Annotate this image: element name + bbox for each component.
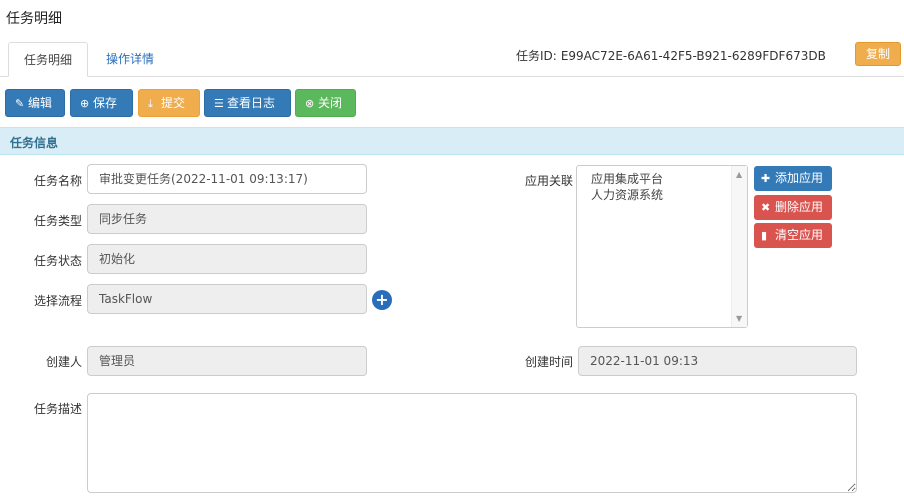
- app-link-label: 应用关联: [524, 174, 573, 188]
- list-icon: ☰: [214, 97, 224, 110]
- tab-operation-detail[interactable]: 操作详情: [92, 42, 168, 77]
- remove-app-button[interactable]: ✖ 删除应用: [754, 195, 832, 220]
- save-button[interactable]: ⊕ 保存: [70, 89, 133, 117]
- add-flow-button[interactable]: +: [372, 290, 392, 310]
- task-id-label: 任务ID:: [516, 49, 557, 63]
- flow-field[interactable]: TaskFlow: [87, 284, 367, 314]
- creator-field: 管理员: [87, 346, 367, 376]
- edit-button[interactable]: ✎ 编辑: [5, 89, 65, 117]
- search-icon: ⊕: [80, 97, 90, 110]
- created-time-field: 2022-11-01 09:13: [578, 346, 857, 376]
- add-app-button[interactable]: ✚ 添加应用: [754, 166, 832, 191]
- scrollbar[interactable]: ▲ ▼: [731, 166, 747, 327]
- section-title: 任务信息: [10, 136, 59, 150]
- tab-task-detail[interactable]: 任务明细: [8, 42, 88, 77]
- app-list[interactable]: 应用集成平台 人力资源系统 ▲ ▼: [576, 165, 748, 328]
- plus-icon: +: [375, 290, 389, 309]
- task-desc-textarea[interactable]: [87, 393, 857, 493]
- task-type-label: 任务类型: [33, 214, 82, 228]
- copy-button[interactable]: 复制: [855, 42, 901, 66]
- task-id-value: E99AC72E-6A61-42F5-B921-6289FDF673DB: [560, 49, 826, 63]
- x-icon: ✖: [761, 201, 771, 214]
- close-button[interactable]: ⊗ 关闭: [295, 89, 356, 117]
- view-log-button[interactable]: ☰ 查看日志: [204, 89, 291, 117]
- list-item[interactable]: 应用集成平台: [577, 171, 747, 187]
- created-time-label: 创建时间: [524, 355, 573, 369]
- task-status-label: 任务状态: [33, 254, 82, 268]
- submit-button[interactable]: ⤓ 提交: [138, 89, 200, 117]
- scroll-down-icon[interactable]: ▼: [736, 314, 742, 323]
- close-circle-icon: ⊗: [305, 97, 315, 110]
- creator-label: 创建人: [45, 355, 82, 369]
- task-desc-label: 任务描述: [33, 402, 82, 416]
- clear-apps-button[interactable]: ▮ 清空应用: [754, 223, 832, 248]
- task-name-input[interactable]: 审批变更任务(2022-11-01 09:13:17): [87, 164, 367, 194]
- page-title: 任务明细: [6, 11, 62, 27]
- flow-label: 选择流程: [33, 294, 82, 308]
- submit-icon: ⤓: [148, 97, 153, 110]
- task-status-field: 初始化: [87, 244, 367, 274]
- scroll-up-icon[interactable]: ▲: [736, 170, 742, 179]
- plus-icon: ✚: [761, 172, 771, 185]
- task-type-field: 同步任务: [87, 204, 367, 234]
- edit-icon: ✎: [15, 97, 25, 110]
- section-header: 任务信息: [0, 127, 904, 155]
- task-id: 任务ID: E99AC72E-6A61-42F5-B921-6289FDF673D…: [516, 47, 826, 64]
- list-item[interactable]: 人力资源系统: [577, 187, 747, 203]
- trash-icon: ▮: [761, 229, 768, 242]
- task-name-label: 任务名称: [33, 174, 82, 188]
